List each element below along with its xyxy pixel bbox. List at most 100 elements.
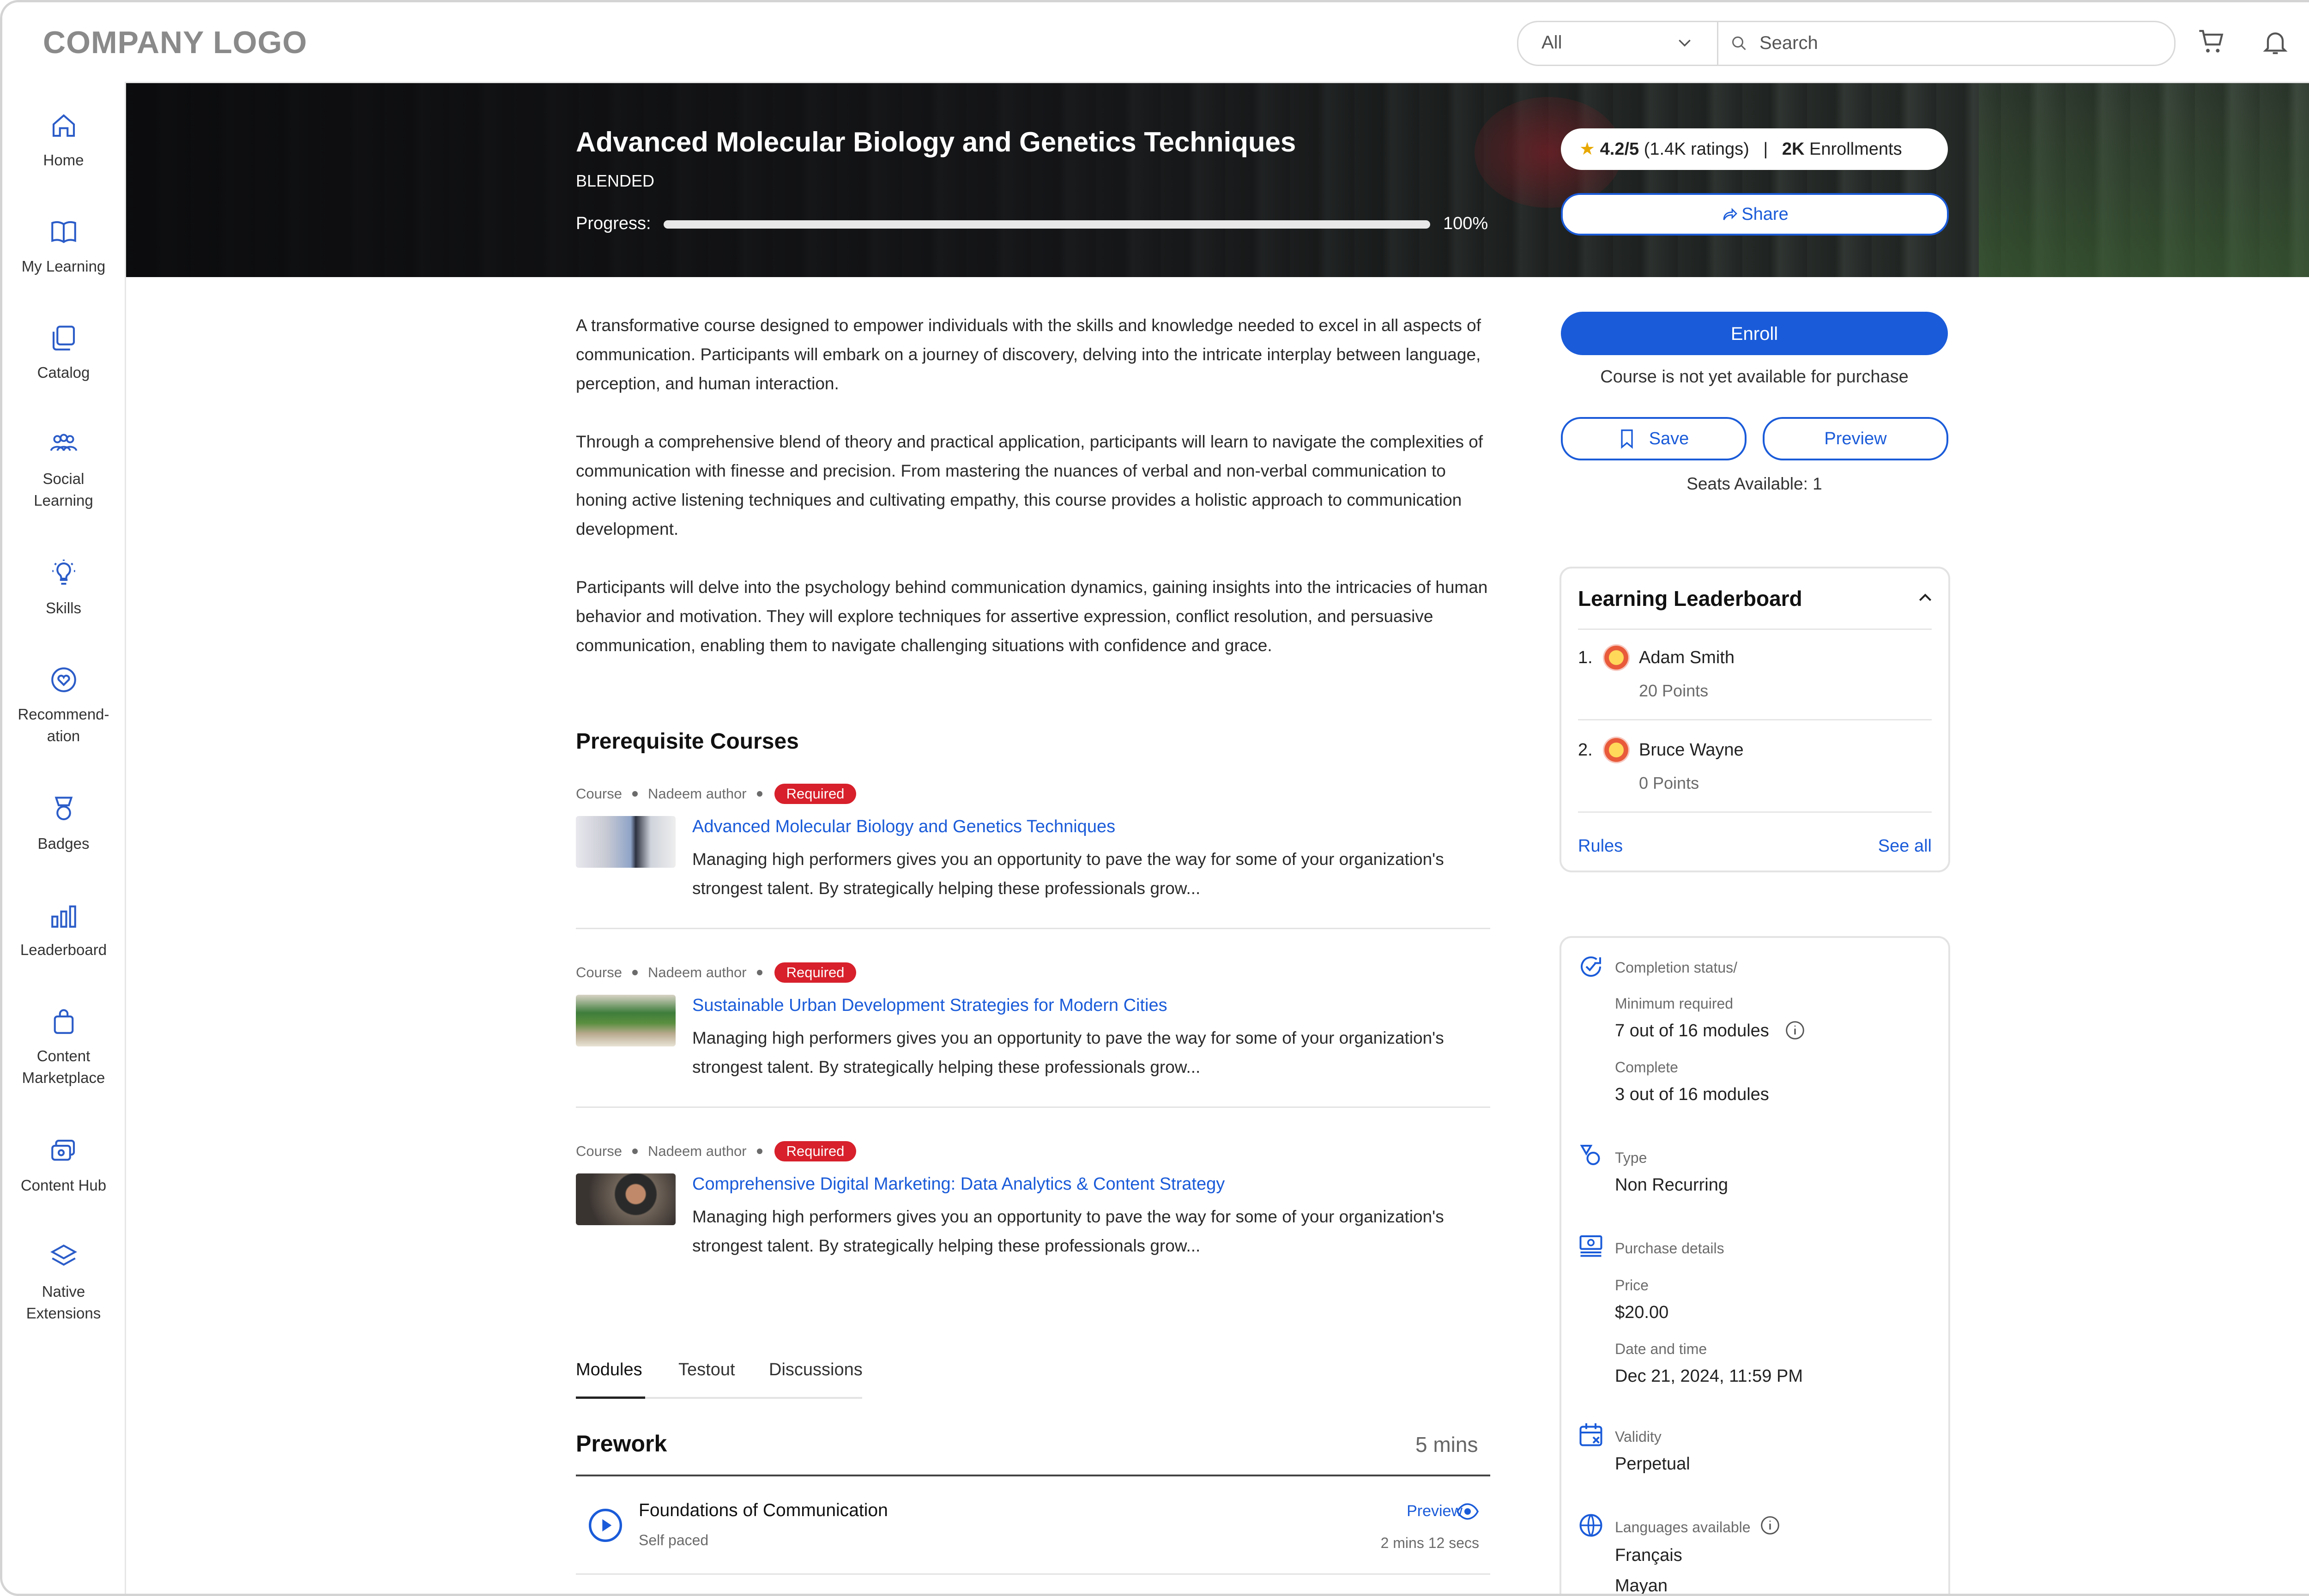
play-icon[interactable] (587, 1507, 624, 1544)
people-icon (50, 434, 77, 451)
course-author: Nadeem author (647, 786, 747, 802)
home-icon (52, 114, 75, 137)
leaderboard-card: Learning Leaderboard 1. Adam Smith 20 Po… (1559, 567, 1950, 872)
sidebar-item-recommendation[interactable]: Recommend- ation (2, 665, 125, 747)
sidebar-item-label: Home (43, 151, 84, 169)
prerequisite-description: Managing high performers gives you an op… (692, 1028, 1444, 1076)
eye-icon[interactable] (1456, 1502, 1479, 1521)
prerequisite-description: Managing high performers gives you an op… (692, 850, 1444, 898)
sidebar-item-catalog[interactable]: Catalog (2, 323, 125, 383)
content-hub-icon (51, 1139, 75, 1161)
sidebar-item-home[interactable]: Home (2, 110, 125, 171)
module-duration: 2 mins 12 secs (1380, 1535, 1479, 1551)
prework-title: Prework (576, 1431, 667, 1457)
prerequisite-description: Managing high performers gives you an op… (692, 1207, 1444, 1255)
dot-separator (632, 791, 638, 797)
course-author: Nadeem author (647, 964, 747, 980)
search-field (1717, 22, 2170, 65)
ratings-count: (1.4K ratings) (1644, 139, 1749, 159)
prerequisite-meta: Course Nadeem author Required (576, 1141, 857, 1161)
tab-modules[interactable]: Modules (576, 1360, 642, 1380)
dot-separator (756, 1148, 762, 1154)
info-icon[interactable] (1760, 1515, 1780, 1536)
company-logo[interactable]: COMPANY LOGO (43, 24, 307, 60)
leaderboard-name[interactable]: Adam Smith (1639, 648, 1735, 668)
cart-icon[interactable] (2197, 27, 2226, 57)
course-thumbnail[interactable] (576, 816, 676, 868)
dot-separator (756, 791, 762, 797)
hero-image-foliage (1979, 83, 2309, 277)
refresh-check-icon (1581, 956, 1602, 977)
prerequisite-course-link[interactable]: Sustainable Urban Development Strategies… (692, 996, 1167, 1016)
sidebar-item-label: Content (36, 1047, 91, 1064)
sidebar-item-leaderboard[interactable]: Leaderboard (2, 900, 125, 961)
date-time-value: Dec 21, 2024, 11:59 PM (1615, 1366, 1803, 1386)
required-badge: Required (774, 1141, 857, 1161)
sidebar-item-label: ation (47, 727, 80, 744)
sidebar-item-badges[interactable]: Badges (2, 794, 125, 854)
course-thumbnail[interactable] (576, 995, 676, 1046)
divider (1578, 629, 1932, 630)
share-button[interactable]: Share (1561, 193, 1949, 236)
enrollment-label: Enrollments (1809, 139, 1902, 159)
prerequisite-course-item: Course Nadeem author Required Comprehensiv… (576, 1141, 1490, 1318)
description-paragraph: Through a comprehensive blend of theory … (576, 432, 1483, 538)
course-author: Nadeem author (647, 1143, 747, 1159)
rating-pill: ★ 4.2/5 (1.4K ratings) | 2K Enrollments (1561, 128, 1948, 170)
preview-button[interactable]: Preview (1763, 417, 1948, 460)
prerequisite-course-link[interactable]: Advanced Molecular Biology and Genetics … (692, 817, 1115, 837)
sidebar-item-native-extensions[interactable]: Native Extensions (2, 1242, 125, 1324)
course-hero-banner (126, 83, 2309, 277)
required-badge: Required (774, 784, 857, 804)
required-badge: Required (774, 962, 857, 983)
enrollment-count: 2K (1782, 139, 1805, 159)
sidebar-item-label: Skills (45, 599, 81, 617)
module-preview-link[interactable]: Preview (1407, 1502, 1463, 1520)
tab-discussions[interactable]: Discussions (769, 1360, 863, 1380)
tab-testout[interactable]: Testout (678, 1360, 735, 1380)
course-kind: Course (576, 964, 622, 980)
availability-note: Course is not yet available for purchase (1600, 367, 1909, 387)
prerequisite-course-link[interactable]: Comprehensive Digital Marketing: Data An… (692, 1174, 1225, 1194)
prerequisite-course-item: Course Nadeem author Required Advanced Mol… (576, 784, 1490, 961)
chart-bars-icon (51, 905, 76, 928)
divider (576, 1106, 1490, 1108)
dot-separator (756, 969, 762, 975)
star-icon: ★ (1579, 139, 1596, 159)
shapes-icon (1580, 1145, 1600, 1165)
leaderboard-see-all-link[interactable]: See all (1878, 836, 1932, 856)
course-title: Advanced Molecular Biology and Genetics … (576, 127, 1296, 157)
receipt-icon (1579, 1235, 1602, 1257)
sidebar-item-content-hub[interactable]: Content Hub (2, 1136, 125, 1196)
validity-label: Validity (1615, 1428, 1662, 1445)
leaderboard-name[interactable]: Bruce Wayne (1639, 740, 1744, 760)
info-icon[interactable] (1785, 1020, 1805, 1040)
search-input[interactable] (1759, 28, 2153, 58)
sidebar-item-label: Content Hub (20, 1177, 107, 1194)
divider (1578, 811, 1932, 813)
sidebar-item-my-learning[interactable]: My Learning (2, 217, 125, 277)
bell-icon[interactable] (2261, 27, 2290, 57)
sidebar-item-social-learning[interactable]: Social Learning (2, 429, 125, 511)
module-row[interactable]: Foundations of Communication Self paced … (576, 1476, 1490, 1575)
sidebar-item-label: Native (42, 1283, 85, 1300)
progress-label: Progress: (576, 214, 651, 233)
sidebar-item-label: My Learning (21, 258, 106, 275)
sidebar-item-skills[interactable]: Skills (2, 558, 125, 619)
enroll-button[interactable]: Enroll (1561, 312, 1948, 355)
sidebar-item-content-marketplace[interactable]: Content Marketplace (2, 1006, 125, 1088)
sidebar-item-label: Extensions (26, 1305, 101, 1322)
sidebar-item-label: Badges (37, 835, 90, 852)
course-thumbnail[interactable] (576, 1173, 676, 1225)
sidebar-nav: Home My Learning Catalog Social Learning… (2, 82, 126, 1594)
share-icon (1723, 208, 1738, 220)
save-button[interactable]: Save (1561, 417, 1747, 460)
lightbulb-icon (52, 559, 75, 585)
chevron-up-icon[interactable] (1916, 589, 1934, 607)
progress-bar (664, 220, 1430, 229)
module-title[interactable]: Foundations of Communication (639, 1500, 888, 1521)
leaderboard-points: 20 Points (1639, 681, 1709, 700)
search-scope-dropdown[interactable]: All (1518, 22, 1718, 65)
course-kind: Course (576, 786, 622, 802)
leaderboard-rules-link[interactable]: Rules (1578, 836, 1623, 856)
